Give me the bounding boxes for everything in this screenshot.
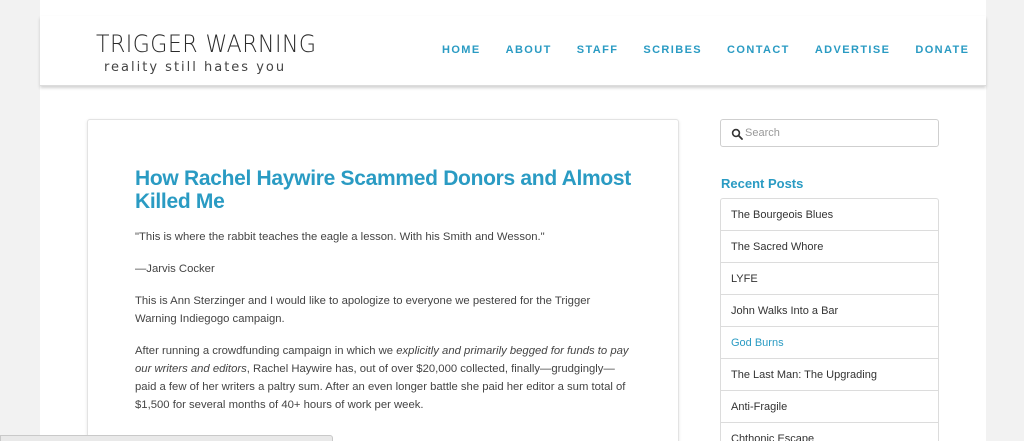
recent-post-item[interactable]: John Walks Into a Bar: [721, 295, 938, 327]
recent-post-item[interactable]: The Sacred Whore: [721, 231, 938, 263]
nav-donate[interactable]: DONATE: [915, 44, 969, 56]
post-quote: "This is where the rabbit teaches the ea…: [135, 231, 545, 243]
recent-post-item-active[interactable]: God Burns: [721, 327, 938, 359]
nav-about[interactable]: ABOUT: [506, 44, 552, 56]
search-box[interactable]: [720, 119, 939, 147]
recent-posts-heading: Recent Posts: [721, 176, 804, 191]
post-card: How Rachel Haywire Scammed Donors and Al…: [87, 119, 679, 441]
recent-post-item[interactable]: The Last Man: The Upgrading: [721, 359, 938, 391]
recent-post-item[interactable]: LYFE: [721, 263, 938, 295]
post-paragraph-2-start: After running a crowdfunding campaign in…: [135, 345, 397, 357]
nav-advertise[interactable]: ADVERTISE: [815, 44, 891, 56]
post-body: "This is where the rabbit teaches the ea…: [135, 228, 635, 428]
search-icon: [731, 128, 743, 140]
site-tagline: reality still hates you: [104, 60, 287, 75]
recent-post-item[interactable]: Chthonic Escape: [721, 423, 938, 441]
nav-scribes[interactable]: SCRIBES: [643, 44, 702, 56]
site-logo-title[interactable]: TRIGGER WARNING: [96, 30, 316, 58]
recent-posts-list: The Bourgeois Blues The Sacred Whore LYF…: [720, 198, 939, 441]
nav-home[interactable]: HOME: [442, 44, 481, 56]
nav-staff[interactable]: STAFF: [577, 44, 619, 56]
recent-post-item[interactable]: The Bourgeois Blues: [721, 199, 938, 231]
browser-status-bar: [0, 435, 333, 441]
nav-contact[interactable]: CONTACT: [727, 44, 790, 56]
post-paragraph-2: After running a crowdfunding campaign in…: [135, 342, 635, 414]
site-header: TRIGGER WARNING reality still hates you …: [40, 16, 986, 86]
post-attribution: —Jarvis Cocker: [135, 263, 215, 275]
post-title[interactable]: How Rachel Haywire Scammed Donors and Al…: [135, 167, 635, 213]
main-nav: HOME ABOUT STAFF SCRIBES CONTACT ADVERTI…: [442, 44, 994, 56]
post-paragraph-1: This is Ann Sterzinger and I would like …: [135, 295, 591, 325]
search-input[interactable]: [745, 124, 930, 142]
recent-post-item[interactable]: Anti-Fragile: [721, 391, 938, 423]
